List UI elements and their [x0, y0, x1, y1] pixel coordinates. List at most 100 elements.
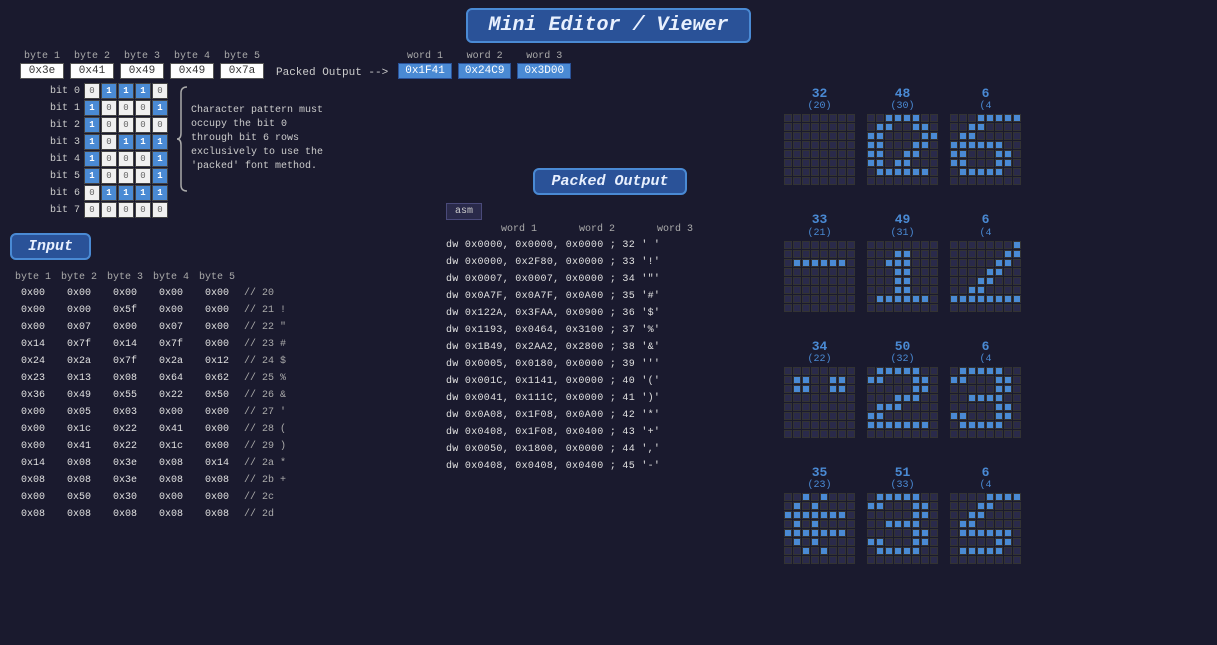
bit-cell-r6-c4[interactable]: 1	[152, 185, 168, 201]
bit-cell-r0-c3[interactable]: 1	[135, 83, 151, 99]
pixel-6-2-2	[802, 385, 810, 393]
pixel-10-1-7	[930, 502, 938, 510]
bit-cell-r7-c3[interactable]: 0	[135, 202, 151, 218]
tab-asm[interactable]: asm	[446, 203, 482, 220]
bit-grid: bit 001110bit 110001bit 210000bit 310111…	[50, 83, 169, 219]
bit-cell-r3-c0[interactable]: 1	[84, 134, 100, 150]
input-cell-r9-c2: 0x22	[102, 441, 148, 452]
pixel-7-3-6	[921, 394, 929, 402]
char-sub-11: (4	[979, 480, 991, 491]
bit-cell-r4-c1[interactable]: 0	[101, 151, 117, 167]
pixel-2-5-0	[950, 159, 958, 167]
bit-cell-r1-c2[interactable]: 0	[118, 100, 134, 116]
pixel-5-6-1	[959, 295, 967, 303]
bit-cell-r6-c0[interactable]: 0	[84, 185, 100, 201]
pixel-5-7-0	[950, 304, 958, 312]
bit-cell-r3-c2[interactable]: 1	[118, 134, 134, 150]
bit-cell-r0-c1[interactable]: 1	[101, 83, 117, 99]
pixel-4-2-4	[903, 259, 911, 267]
bit-cell-r2-c1[interactable]: 0	[101, 117, 117, 133]
bit-cell-r3-c4[interactable]: 1	[152, 134, 168, 150]
bit-cell-r7-c1[interactable]: 0	[101, 202, 117, 218]
bit-cell-r2-c2[interactable]: 0	[118, 117, 134, 133]
pixel-6-4-4	[820, 403, 828, 411]
word-value-1[interactable]: 0x1F41	[398, 63, 452, 79]
bit-row-label-5: bit 5	[50, 171, 80, 182]
pixel-11-2-1	[959, 511, 967, 519]
bit-cell-r5-c0[interactable]: 1	[84, 168, 100, 184]
pixel-9-0-0	[784, 493, 792, 501]
bit-cell-r5-c3[interactable]: 0	[135, 168, 151, 184]
bit-cell-r4-c0[interactable]: 1	[84, 151, 100, 167]
input-header-3: byte 4	[148, 272, 194, 283]
pixel-8-3-3	[977, 394, 985, 402]
word-value-3[interactable]: 0x3D00	[517, 63, 571, 79]
bit-cell-r1-c4[interactable]: 1	[152, 100, 168, 116]
pixel-9-5-6	[838, 538, 846, 546]
bit-cell-r5-c2[interactable]: 0	[118, 168, 134, 184]
bit-cell-r2-c4[interactable]: 0	[152, 117, 168, 133]
bit-cell-r7-c4[interactable]: 0	[152, 202, 168, 218]
pixel-6-0-6	[838, 367, 846, 375]
pixel-9-2-0	[784, 511, 792, 519]
bit-cell-r1-c1[interactable]: 0	[101, 100, 117, 116]
bit-cell-r1-c0[interactable]: 1	[84, 100, 100, 116]
pixel-4-4-5	[912, 277, 920, 285]
bit-cell-r0-c0[interactable]: 0	[84, 83, 100, 99]
bit-cell-r5-c4[interactable]: 1	[152, 168, 168, 184]
bit-cell-r0-c4[interactable]: 0	[152, 83, 168, 99]
byte-value-3[interactable]: 0x49	[120, 63, 164, 79]
pixel-7-0-4	[903, 367, 911, 375]
input-comment-5: // 25 %	[244, 373, 286, 384]
pixel-2-2-0	[950, 132, 958, 140]
pixel-3-5-5	[829, 286, 837, 294]
pixel-11-3-0	[950, 520, 958, 528]
bit-cell-r4-c3[interactable]: 0	[135, 151, 151, 167]
bit-cell-r4-c2[interactable]: 0	[118, 151, 134, 167]
bit-cell-r2-c0[interactable]: 1	[84, 117, 100, 133]
pixel-7-3-2	[885, 394, 893, 402]
bit-cell-r5-c1[interactable]: 0	[101, 168, 117, 184]
bit-cell-r4-c4[interactable]: 1	[152, 151, 168, 167]
bit-cell-r1-c3[interactable]: 0	[135, 100, 151, 116]
pixel-5-2-6	[1004, 259, 1012, 267]
pixel-5-2-7	[1013, 259, 1021, 267]
bit-cell-r6-c1[interactable]: 1	[101, 185, 117, 201]
bit-cell-r2-c3[interactable]: 0	[135, 117, 151, 133]
pixel-8-3-5	[995, 394, 1003, 402]
bit-cell-r0-c2[interactable]: 1	[118, 83, 134, 99]
pixel-11-5-5	[995, 538, 1003, 546]
char-pixel-grid-6	[784, 367, 855, 438]
pixel-5-4-6	[1004, 277, 1012, 285]
pixel-9-1-7	[847, 502, 855, 510]
char-sub-6: (22)	[807, 354, 831, 365]
pixel-4-2-3	[894, 259, 902, 267]
byte-value-5[interactable]: 0x7a	[220, 63, 264, 79]
bit-cell-r6-c3[interactable]: 1	[135, 185, 151, 201]
input-row-8: 0x000x1c0x220x410x00// 28 (	[10, 421, 430, 437]
pixel-4-5-3	[894, 286, 902, 294]
pixel-2-5-3	[977, 159, 985, 167]
pixel-9-6-3	[811, 547, 819, 555]
pixel-11-1-3	[977, 502, 985, 510]
pixel-10-5-7	[930, 538, 938, 546]
pixel-0-1-2	[802, 123, 810, 131]
bit-cell-r7-c0[interactable]: 0	[84, 202, 100, 218]
input-cell-r3-c2: 0x14	[102, 339, 148, 350]
input-cell-r11-c1: 0x08	[56, 475, 102, 486]
bit-cell-r3-c3[interactable]: 1	[135, 134, 151, 150]
pixel-11-1-6	[1004, 502, 1012, 510]
byte-value-1[interactable]: 0x3e	[20, 63, 64, 79]
char-number-5: 6	[982, 213, 990, 227]
byte-value-2[interactable]: 0x41	[70, 63, 114, 79]
pixel-5-1-5	[995, 250, 1003, 258]
byte-value-4[interactable]: 0x49	[170, 63, 214, 79]
bit-cell-r6-c2[interactable]: 1	[118, 185, 134, 201]
pixel-10-3-0	[867, 520, 875, 528]
bit-cell-r7-c2[interactable]: 0	[118, 202, 134, 218]
word-value-2[interactable]: 0x24C9	[458, 63, 512, 79]
bit-cell-r3-c1[interactable]: 0	[101, 134, 117, 150]
pixel-9-0-1	[793, 493, 801, 501]
pixel-0-2-0	[784, 132, 792, 140]
pixel-7-7-4	[903, 430, 911, 438]
